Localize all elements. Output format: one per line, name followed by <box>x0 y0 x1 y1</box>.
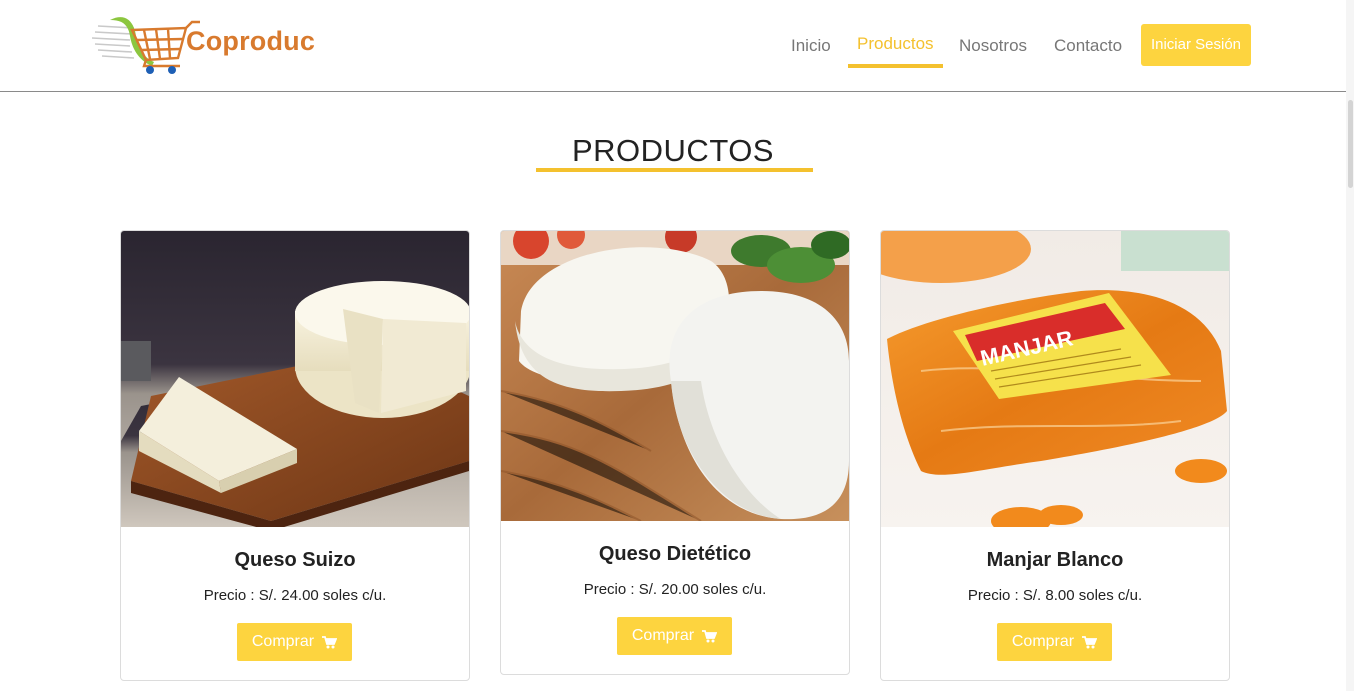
nav-item-inicio[interactable]: Inicio <box>791 36 831 56</box>
shopping-cart-icon <box>322 635 338 648</box>
product-image-queso-dietetico[interactable] <box>501 231 849 521</box>
product-price: Precio : S/. 20.00 soles c/u. <box>583 581 767 598</box>
buy-button[interactable]: Comprar <box>617 617 732 655</box>
product-name: Queso Dietético <box>598 543 752 565</box>
product-card: Queso Dietético Precio : S/. 20.00 soles… <box>500 230 850 675</box>
scrollbar-thumb[interactable] <box>1348 100 1353 188</box>
nav-item-contacto[interactable]: Contacto <box>1054 36 1122 56</box>
site-header: Coproduc Inicio Productos Nosotros Conta… <box>0 0 1346 92</box>
brand-name[interactable]: Coproduc <box>186 26 315 57</box>
section-title-underline <box>536 168 813 172</box>
shopping-cart-icon <box>1082 635 1098 648</box>
product-image-manjar-blanco[interactable]: MANJAR <box>881 231 1229 527</box>
buy-button[interactable]: Comprar <box>997 623 1112 661</box>
product-price: Precio : S/. 8.00 soles c/u. <box>967 587 1143 604</box>
product-image-queso-suizo[interactable] <box>121 231 469 527</box>
product-card: Queso Suizo Precio : S/. 24.00 soles c/u… <box>120 230 470 681</box>
section-title: PRODUCTOS <box>571 133 774 168</box>
login-button[interactable]: Iniciar Sesión <box>1141 24 1251 66</box>
nav-item-nosotros[interactable]: Nosotros <box>959 36 1027 56</box>
buy-button[interactable]: Comprar <box>237 623 352 661</box>
nav-item-productos[interactable]: Productos <box>857 34 934 54</box>
nav-active-indicator <box>848 64 943 68</box>
product-price: Precio : S/. 24.00 soles c/u. <box>203 587 387 604</box>
product-name: Queso Suizo <box>234 549 356 571</box>
product-card: MANJAR Manjar Blanco Precio : S/. 8.00 s… <box>880 230 1230 681</box>
buy-button-label: Comprar <box>251 633 315 650</box>
shopping-cart-icon <box>702 629 718 642</box>
product-name: Manjar Blanco <box>986 549 1124 571</box>
buy-button-label: Comprar <box>631 627 695 644</box>
buy-button-label: Comprar <box>1011 633 1075 650</box>
